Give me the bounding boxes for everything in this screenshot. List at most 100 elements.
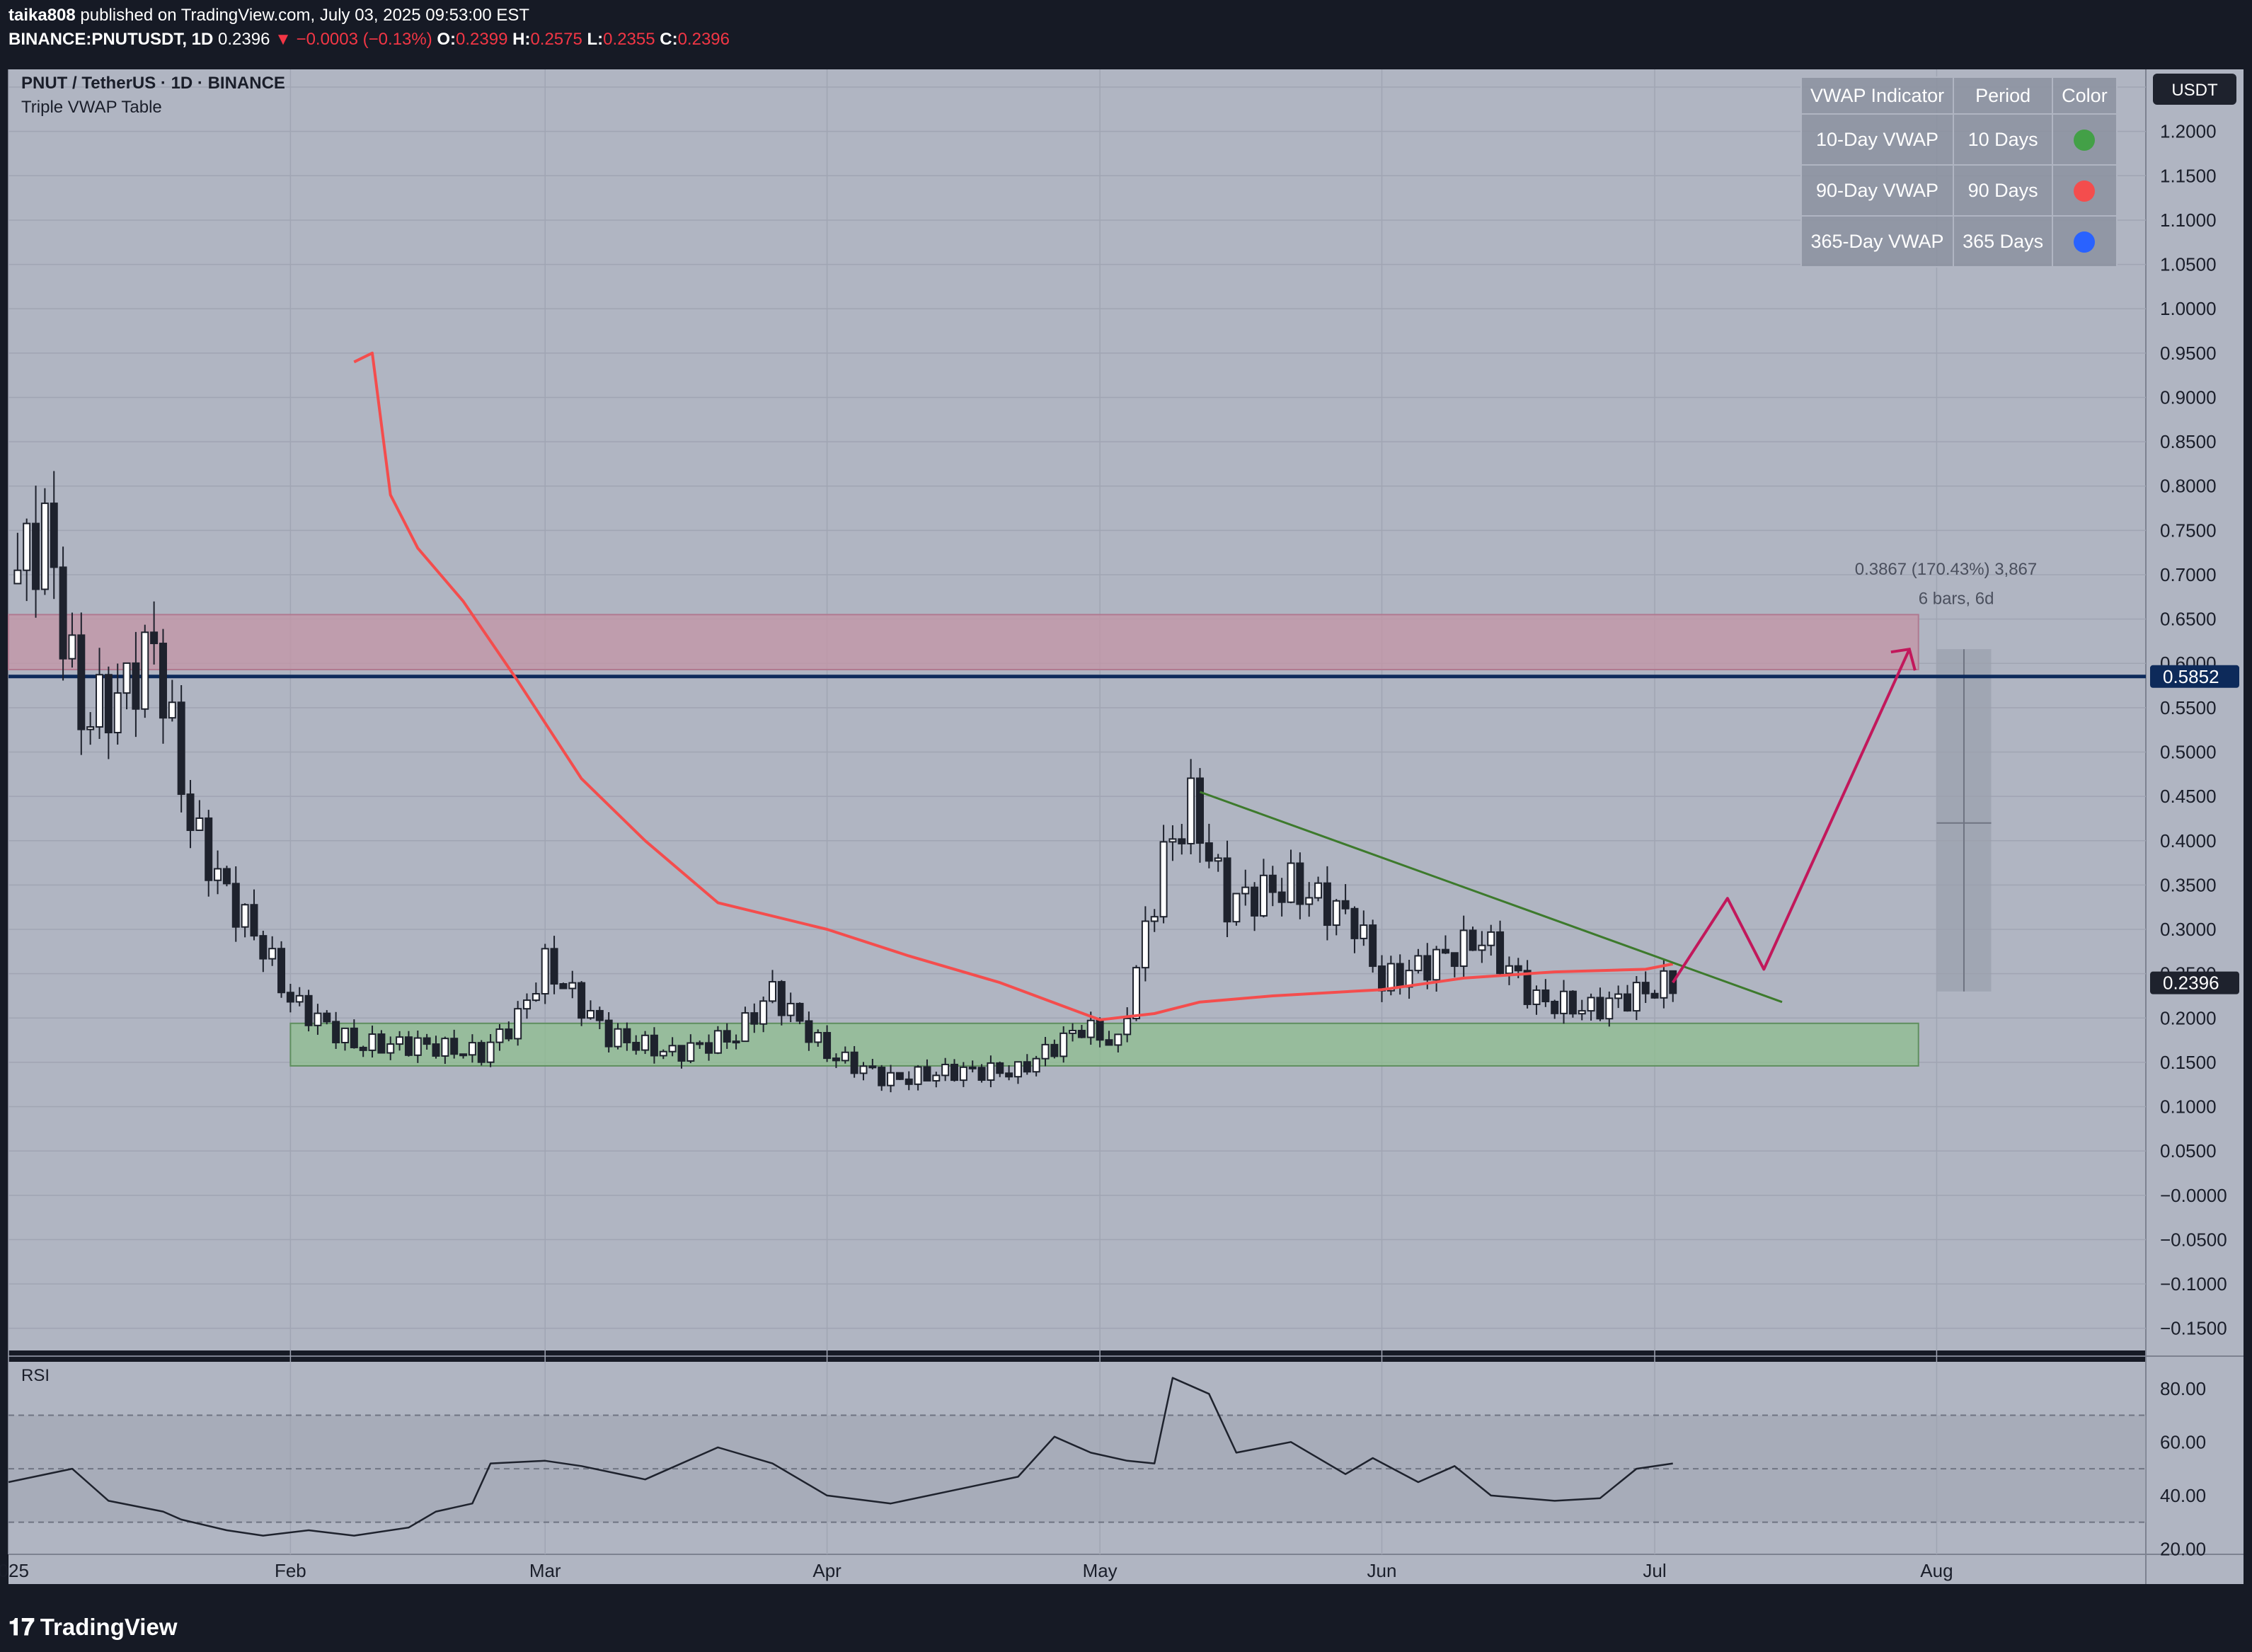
candle-body: [150, 631, 159, 645]
candle-body: [1141, 920, 1149, 969]
red-dot-icon: [2074, 180, 2096, 202]
time-tick-label: Jul: [1643, 1560, 1666, 1581]
candle-body: [268, 948, 277, 960]
price-tick-label: −0.1000: [2160, 1273, 2227, 1295]
author-name[interactable]: taika808: [8, 6, 76, 25]
pane-symbol-title: PNUT / TetherUS · 1D · BINANCE: [21, 74, 285, 93]
price-tick-label: 0.1500: [2160, 1052, 2217, 1073]
candle-body: [1159, 841, 1168, 918]
price-change: −0.0003 (−0.13%): [296, 30, 432, 49]
candle-body: [705, 1042, 713, 1054]
candle-body: [68, 634, 76, 660]
candle-body: [96, 674, 104, 728]
candle-body: [1096, 1019, 1104, 1041]
candle-body: [741, 1012, 749, 1043]
candle-body: [1314, 882, 1323, 899]
candle-body: [1195, 777, 1204, 844]
tradingview-logo[interactable]: 𝟏𝟕 TradingView: [8, 1614, 177, 1641]
price-tick-label: 0.9000: [2160, 386, 2217, 408]
candle-body: [1251, 886, 1259, 917]
candle-body: [241, 904, 249, 928]
close-value: 0.2396: [677, 30, 730, 49]
price-tick-label: 0.8000: [2160, 476, 2217, 497]
rsi-label[interactable]: RSI: [21, 1366, 50, 1386]
candle-body: [1505, 965, 1513, 975]
candle-body: [941, 1063, 950, 1077]
candle-body: [396, 1036, 404, 1045]
price-tick-label: −0.0000: [2160, 1185, 2227, 1206]
candle-body: [286, 992, 294, 1003]
candle-body: [350, 1027, 358, 1048]
candle-body: [1069, 1029, 1077, 1034]
candle-body: [623, 1028, 631, 1043]
candle-body: [996, 1062, 1004, 1074]
vwap-header-color: Color: [2052, 76, 2118, 115]
price-tick-label: −0.0500: [2160, 1229, 2227, 1250]
candle-body: [159, 643, 167, 719]
candle-body: [523, 999, 532, 1010]
candle-body: [304, 994, 313, 1026]
candle-body: [568, 982, 577, 990]
candle-body: [1178, 838, 1186, 844]
support-zone: [289, 1022, 1919, 1067]
publish-line: taika808 published on TradingView.com, J…: [8, 6, 529, 25]
candle-body: [541, 948, 549, 995]
vwap-header-indicator: VWAP Indicator: [1800, 76, 1955, 115]
candle-body: [404, 1036, 413, 1056]
candle-body: [104, 674, 113, 734]
candle-body: [277, 948, 286, 994]
time-tick-label: Feb: [275, 1560, 306, 1581]
candle-body: [1077, 1029, 1086, 1038]
price-tick-label: 0.0500: [2160, 1140, 2217, 1161]
candle-body: [295, 994, 304, 1003]
candle-body: [878, 1067, 886, 1086]
candle-body: [1423, 955, 1432, 981]
candle-body: [696, 1042, 704, 1045]
candle-body: [40, 503, 49, 590]
candle-body: [23, 522, 31, 571]
candle-body: [450, 1038, 459, 1055]
candle-body: [1578, 1010, 1586, 1015]
price-tick-label: 0.8500: [2160, 431, 2217, 452]
open-label: O:: [437, 30, 456, 49]
footer-bar: 𝟏𝟕 TradingView: [0, 1598, 2252, 1652]
candle-body: [477, 1042, 486, 1063]
candle-body: [1632, 982, 1641, 1012]
resistance-zone: [8, 614, 1919, 671]
time-tick-label: Jun: [1367, 1560, 1397, 1581]
candle-body: [122, 662, 131, 694]
candle-body: [1514, 965, 1522, 972]
candle-body: [1205, 842, 1213, 862]
candle-body: [231, 883, 240, 928]
price-tick-label: 0.9500: [2160, 343, 2217, 364]
vwap-name: 365-Day VWAP: [1800, 215, 1955, 268]
table-row: 365-Day VWAP 365 Days: [1800, 215, 2118, 268]
candle-body: [732, 1040, 740, 1044]
currency-button-label[interactable]: USDT: [2171, 81, 2218, 100]
candle-body: [141, 631, 149, 710]
close-label: C:: [660, 30, 678, 49]
last-price: 0.2396: [218, 30, 270, 49]
candle-body: [132, 662, 140, 710]
measure-text: 0.3867 (170.43%) 3,867: [1855, 560, 2038, 579]
candle-body: [532, 993, 540, 1002]
chart-canvas[interactable]: 1.25001.20001.15001.10001.05001.00000.95…: [0, 59, 2252, 1598]
price-tick-label: 0.4500: [2160, 786, 2217, 807]
candle-body: [786, 1002, 795, 1016]
indicator-name[interactable]: Triple VWAP Table: [21, 98, 162, 117]
vwap-period: 90 Days: [1953, 164, 2054, 217]
candle-body: [514, 1008, 522, 1040]
candle-body: [595, 1009, 604, 1021]
time-tick-label: Mar: [529, 1560, 561, 1581]
candle-body: [1123, 1017, 1132, 1036]
candle-body: [668, 1045, 677, 1052]
candle-body: [1478, 944, 1486, 951]
candle-body: [950, 1063, 959, 1082]
candle-body: [1587, 997, 1595, 1012]
ohlc-line: BINANCE:PNUTUSDT, 1D 0.2396 ▼ −0.0003 (−…: [8, 30, 730, 50]
candle-body: [677, 1045, 686, 1062]
candle-body: [805, 1020, 813, 1043]
candle-body: [468, 1042, 476, 1056]
vwap-name: 10-Day VWAP: [1800, 113, 1955, 166]
candle-body: [1496, 931, 1505, 975]
